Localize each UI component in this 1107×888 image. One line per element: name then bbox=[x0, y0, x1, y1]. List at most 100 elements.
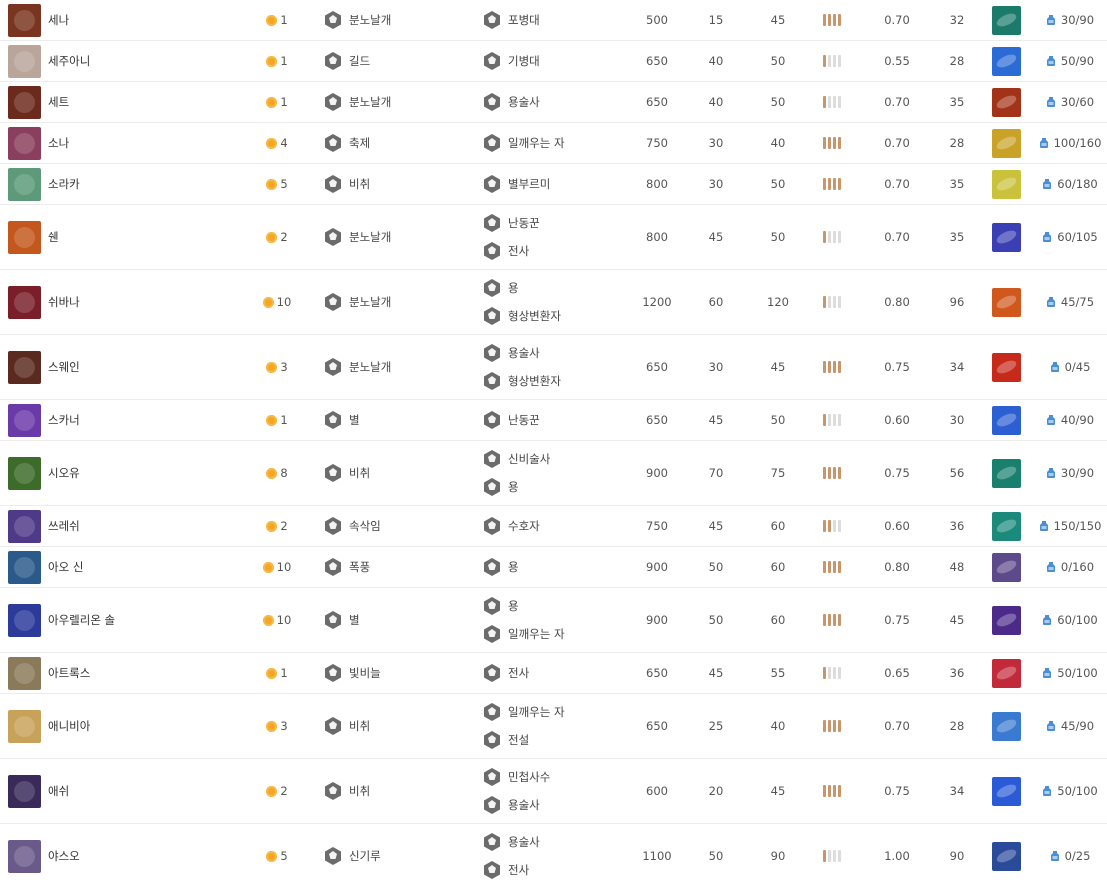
champion-name[interactable]: 아트록스 bbox=[48, 665, 90, 681]
champion-name[interactable]: 소라카 bbox=[48, 176, 80, 192]
class-trait[interactable]: 형상변환자 bbox=[482, 371, 561, 391]
class-trait[interactable]: 형상변환자 bbox=[482, 306, 561, 326]
skill-icon[interactable] bbox=[992, 169, 1021, 199]
champion-portrait[interactable] bbox=[8, 85, 41, 119]
class-trait[interactable]: 용술사 bbox=[482, 795, 540, 815]
champion-name[interactable]: 세나 bbox=[48, 12, 69, 28]
class-trait[interactable]: 별부르미 bbox=[482, 174, 550, 194]
table-row[interactable]: 세나 1 분노날개 포병대 500 15 45 0.70 32 30/90 bbox=[0, 0, 1107, 41]
champion-name[interactable]: 애니비아 bbox=[48, 718, 90, 734]
class-trait[interactable]: 용술사 bbox=[482, 343, 540, 363]
table-row[interactable]: 소라카 5 비취 별부르미 800 30 50 0.70 35 60/180 bbox=[0, 164, 1107, 205]
table-row[interactable]: 야스오 5 신기루 용술사 전사 1100 50 90 1.00 90 0/25 bbox=[0, 824, 1107, 888]
skill-icon[interactable] bbox=[992, 458, 1021, 488]
skill-icon[interactable] bbox=[992, 5, 1021, 35]
champion-name[interactable]: 소나 bbox=[48, 135, 69, 151]
table-row[interactable]: 세트 1 분노날개 용술사 650 40 50 0.70 35 30/60 bbox=[0, 82, 1107, 123]
origin-trait[interactable]: 분노날개 bbox=[323, 292, 391, 312]
champion-portrait[interactable] bbox=[8, 656, 41, 690]
skill-icon[interactable] bbox=[992, 605, 1021, 635]
champion-name[interactable]: 쉬바나 bbox=[48, 294, 80, 310]
champion-portrait[interactable] bbox=[8, 167, 41, 201]
champion-portrait[interactable] bbox=[8, 44, 41, 78]
champion-name[interactable]: 야스오 bbox=[48, 848, 80, 864]
table-row[interactable]: 아오 신 10 폭풍 용 900 50 60 0.80 48 0/160 bbox=[0, 547, 1107, 588]
class-trait[interactable]: 용 bbox=[482, 278, 519, 298]
origin-trait[interactable]: 빛비늘 bbox=[323, 663, 381, 683]
skill-icon[interactable] bbox=[992, 222, 1021, 252]
champion-portrait[interactable] bbox=[8, 603, 41, 637]
table-row[interactable]: 소나 4 축제 일깨우는 자 750 30 40 0.70 28 100/160 bbox=[0, 123, 1107, 164]
champion-portrait[interactable] bbox=[8, 709, 41, 743]
skill-icon[interactable] bbox=[992, 405, 1021, 435]
class-trait[interactable]: 포병대 bbox=[482, 10, 540, 30]
champion-portrait[interactable] bbox=[8, 126, 41, 160]
origin-trait[interactable]: 분노날개 bbox=[323, 10, 391, 30]
table-row[interactable]: 스웨인 3 분노날개 용술사 형상변환자 650 30 45 0.75 34 0/45 bbox=[0, 335, 1107, 400]
origin-trait[interactable]: 분노날개 bbox=[323, 92, 391, 112]
origin-trait[interactable]: 속삭임 bbox=[323, 516, 381, 536]
skill-icon[interactable] bbox=[992, 552, 1021, 582]
class-trait[interactable]: 일깨우는 자 bbox=[482, 702, 565, 722]
class-trait[interactable]: 용술사 bbox=[482, 832, 540, 852]
table-row[interactable]: 세주아니 1 길드 기병대 650 40 50 0.55 28 50/90 bbox=[0, 41, 1107, 82]
class-trait[interactable]: 수호자 bbox=[482, 516, 540, 536]
champion-portrait[interactable] bbox=[8, 220, 41, 254]
champion-portrait[interactable] bbox=[8, 285, 41, 319]
class-trait[interactable]: 용 bbox=[482, 557, 519, 577]
table-row[interactable]: 스카너 1 별 난동꾼 650 45 50 0.60 30 40/90 bbox=[0, 400, 1107, 441]
class-trait[interactable]: 난동꾼 bbox=[482, 410, 540, 430]
class-trait[interactable]: 전설 bbox=[482, 730, 529, 750]
skill-icon[interactable] bbox=[992, 711, 1021, 741]
class-trait[interactable]: 용 bbox=[482, 477, 519, 497]
class-trait[interactable]: 전사 bbox=[482, 663, 529, 683]
origin-trait[interactable]: 비취 bbox=[323, 174, 370, 194]
champion-portrait[interactable] bbox=[8, 839, 41, 873]
champion-name[interactable]: 세트 bbox=[48, 94, 69, 110]
skill-icon[interactable] bbox=[992, 46, 1021, 76]
table-row[interactable]: 애니비아 3 비취 일깨우는 자 전설 650 25 40 0.70 28 45/90 bbox=[0, 694, 1107, 759]
origin-trait[interactable]: 별 bbox=[323, 410, 360, 430]
champion-name[interactable]: 쉔 bbox=[48, 229, 59, 245]
skill-icon[interactable] bbox=[992, 511, 1021, 541]
skill-icon[interactable] bbox=[992, 352, 1021, 382]
skill-icon[interactable] bbox=[992, 87, 1021, 117]
champion-portrait[interactable] bbox=[8, 403, 41, 437]
skill-icon[interactable] bbox=[992, 776, 1021, 806]
origin-trait[interactable]: 신기루 bbox=[323, 846, 381, 866]
champion-name[interactable]: 시오유 bbox=[48, 465, 80, 481]
champion-portrait[interactable] bbox=[8, 509, 41, 543]
class-trait[interactable]: 민첩사수 bbox=[482, 767, 550, 787]
class-trait[interactable]: 전사 bbox=[482, 860, 529, 880]
origin-trait[interactable]: 비취 bbox=[323, 781, 370, 801]
class-trait[interactable]: 용 bbox=[482, 596, 519, 616]
origin-trait[interactable]: 비취 bbox=[323, 716, 370, 736]
champion-name[interactable]: 쓰레쉬 bbox=[48, 518, 80, 534]
table-row[interactable]: 쉬바나 10 분노날개 용 형상변환자 1200 60 120 0.80 96 45/75 bbox=[0, 270, 1107, 335]
table-row[interactable]: 시오유 8 비취 신비술사 용 900 70 75 0.75 56 30/90 bbox=[0, 441, 1107, 506]
champion-name[interactable]: 스웨인 bbox=[48, 359, 80, 375]
origin-trait[interactable]: 분노날개 bbox=[323, 227, 391, 247]
champion-name[interactable]: 아오 신 bbox=[48, 559, 83, 575]
champion-name[interactable]: 아우렐리온 솔 bbox=[48, 612, 115, 628]
class-trait[interactable]: 일깨우는 자 bbox=[482, 133, 565, 153]
class-trait[interactable]: 기병대 bbox=[482, 51, 540, 71]
champion-portrait[interactable] bbox=[8, 350, 41, 384]
champion-name[interactable]: 세주아니 bbox=[48, 53, 90, 69]
class-trait[interactable]: 신비술사 bbox=[482, 449, 550, 469]
origin-trait[interactable]: 분노날개 bbox=[323, 357, 391, 377]
class-trait[interactable]: 일깨우는 자 bbox=[482, 624, 565, 644]
champion-name[interactable]: 애쉬 bbox=[48, 783, 69, 799]
table-row[interactable]: 아트록스 1 빛비늘 전사 650 45 55 0.65 36 50/100 bbox=[0, 653, 1107, 694]
origin-trait[interactable]: 폭풍 bbox=[323, 557, 370, 577]
champion-name[interactable]: 스카너 bbox=[48, 412, 80, 428]
class-trait[interactable]: 난동꾼 bbox=[482, 213, 540, 233]
origin-trait[interactable]: 별 bbox=[323, 610, 360, 630]
skill-icon[interactable] bbox=[992, 128, 1021, 158]
skill-icon[interactable] bbox=[992, 287, 1021, 317]
champion-portrait[interactable] bbox=[8, 456, 41, 490]
champion-portrait[interactable] bbox=[8, 550, 41, 584]
origin-trait[interactable]: 길드 bbox=[323, 51, 370, 71]
champion-portrait[interactable] bbox=[8, 774, 41, 808]
skill-icon[interactable] bbox=[992, 658, 1021, 688]
